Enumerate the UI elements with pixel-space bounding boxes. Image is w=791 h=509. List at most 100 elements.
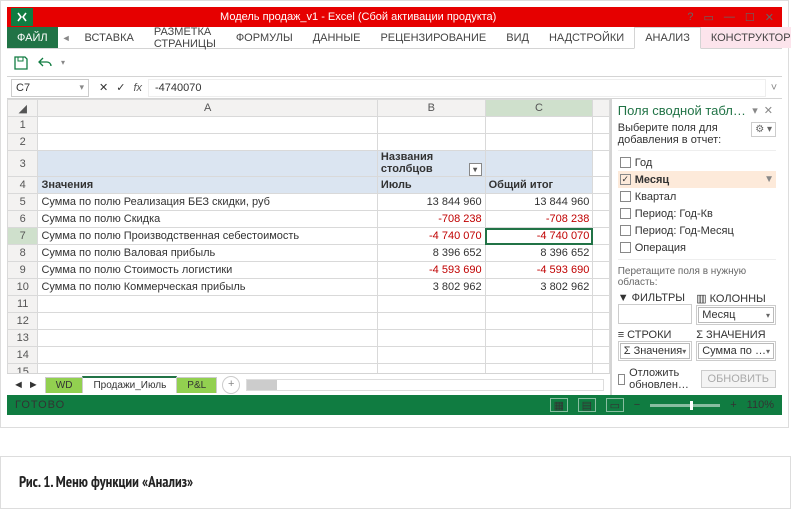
field-item[interactable]: Квартал [618,188,776,205]
field-filter-icon[interactable]: ▼ [764,174,774,185]
row-header[interactable]: 13 [8,330,38,347]
tab-review[interactable]: РЕЦЕНЗИРОВАНИЕ [370,27,496,48]
zoom-level[interactable]: 110% [747,399,774,411]
name-box[interactable]: C7 ▾ [11,79,89,97]
col-header-b[interactable]: B [377,100,485,117]
undo-dropdown-icon[interactable]: ▾ [61,58,65,67]
tab-view[interactable]: ВИД [496,27,539,48]
pane-close-icon[interactable]: ✕ [761,104,776,117]
row-header[interactable]: 11 [8,296,38,313]
sheet-tab-wd[interactable]: WD [45,377,84,393]
expand-formula-bar-icon[interactable]: ˅ [766,82,782,94]
row-header[interactable]: 1 [8,117,38,134]
tab-scroll-left-icon[interactable]: ◄ [58,27,75,48]
sheet-tab-active[interactable]: Продажи_Июль [82,376,177,393]
field-item[interactable]: Операция [618,239,776,256]
row-header[interactable]: 5 [8,194,38,211]
formula-input[interactable]: -4740070 [148,79,766,97]
zone-rows[interactable]: Σ Значения▾ [618,341,693,361]
checkbox-icon[interactable] [620,225,631,236]
select-all-corner[interactable]: ◢ [8,100,38,117]
pane-dropdown-icon[interactable]: ▾ [749,104,761,117]
field-item[interactable]: ✓Месяц▼ [618,171,776,188]
minimize-icon[interactable]: — [724,11,735,24]
row-header[interactable]: 7 [8,228,38,245]
name-box-dropdown-icon[interactable]: ▾ [79,82,84,93]
row-header[interactable]: 14 [8,347,38,364]
field-item[interactable]: Период: Год-Кв [618,205,776,222]
quick-access-toolbar: ▾ [7,49,782,77]
add-sheet-button[interactable]: + [222,376,240,394]
view-normal-icon[interactable]: ▦ [550,398,568,412]
maximize-icon[interactable]: ☐ [745,11,755,24]
row-header[interactable]: 3 [8,151,38,177]
zoom-slider[interactable] [650,404,720,407]
row-header[interactable]: 6 [8,211,38,228]
sheet-nav-prev-icon[interactable]: ◄ [13,379,24,391]
excel-logo-icon [11,8,33,26]
zoom-in-icon[interactable]: + [730,399,736,411]
row-header[interactable]: 10 [8,279,38,296]
zone-chip[interactable]: Σ Значения▾ [620,343,691,359]
tab-page-layout[interactable]: РАЗМЕТКА СТРАНИЦЫ [144,27,226,48]
col-header-c[interactable]: C [485,100,593,117]
tab-design[interactable]: КОНСТРУКТОР [701,27,791,48]
zone-filters[interactable] [618,304,693,324]
pivot-value: 13 844 960 [377,194,485,211]
checkbox-icon[interactable] [620,191,631,202]
pivot-value: -4 740 070 [377,228,485,245]
status-bar: ГОТОВО ▦ ▤ ▭ − + 110% [7,395,782,415]
zone-chip[interactable]: Сумма по …▾ [698,343,774,359]
zone-values-header: ΣЗНАЧЕНИЯ [696,329,776,341]
defer-checkbox[interactable] [618,374,625,385]
tab-insert[interactable]: ВСТАВКА [75,27,144,48]
view-page-layout-icon[interactable]: ▤ [578,398,596,412]
field-item[interactable]: Год [618,154,776,171]
zone-columns[interactable]: Месяц▾ [696,305,776,325]
update-button[interactable]: ОБНОВИТЬ [701,370,776,388]
pivot-row-label: Сумма по полю Производственная себестоим… [38,228,377,245]
sheet-tab-pl[interactable]: P&L [176,377,217,393]
zoom-out-icon[interactable]: − [634,399,640,411]
row-header[interactable]: 4 [8,177,38,194]
zone-chip[interactable]: Месяц▾ [698,307,774,323]
row-header[interactable]: 9 [8,262,38,279]
column-filter-dropdown-icon[interactable]: ▾ [469,163,482,176]
pivot-month-header: Июль [377,177,485,194]
row-header[interactable]: 12 [8,313,38,330]
spreadsheet-grid[interactable]: ◢ A B C 1 2 3 Названия столбцов▾ 4 Значе… [7,99,610,373]
columns-icon: ▥ [696,292,706,305]
view-page-break-icon[interactable]: ▭ [606,398,624,412]
pivot-value: -4 593 690 [377,262,485,279]
row-header[interactable]: 15 [8,364,38,374]
undo-icon[interactable] [37,55,53,71]
close-icon[interactable]: ✕ [765,11,774,24]
field-item[interactable]: Период: Год-Месяц [618,222,776,239]
row-header[interactable]: 2 [8,134,38,151]
cancel-formula-icon[interactable]: ✕ [99,81,108,94]
sheet-nav-next-icon[interactable]: ► [28,379,39,391]
tab-addins[interactable]: НАДСТРОЙКИ [539,27,634,48]
zone-values[interactable]: Сумма по …▾ [696,341,776,361]
tab-analyze[interactable]: АНАЛИЗ [634,27,701,49]
checkbox-icon[interactable] [620,208,631,219]
pivot-row-label: Сумма по полю Реализация БЕЗ скидки, руб [38,194,377,211]
accept-formula-icon[interactable]: ✓ [116,81,125,94]
tab-file[interactable]: ФАЙЛ [7,27,58,48]
fx-icon[interactable]: fx [133,82,142,94]
ribbon-display-icon[interactable]: ▭ [704,11,714,24]
checkbox-icon[interactable]: ✓ [620,174,631,185]
tab-formulas[interactable]: ФОРМУЛЫ [226,27,303,48]
save-icon[interactable] [13,55,29,71]
drag-areas-label: Перетащите поля в нужную область: [618,266,776,288]
help-icon[interactable]: ? [687,11,693,24]
row-header[interactable]: 8 [8,245,38,262]
col-header-a[interactable]: A [38,100,377,117]
checkbox-icon[interactable] [620,157,631,168]
pane-settings-button[interactable]: ⚙ ▾ [751,122,776,137]
active-cell[interactable]: -4 740 070 [485,228,593,245]
tab-data[interactable]: ДАННЫЕ [303,27,371,48]
checkbox-icon[interactable] [620,242,631,253]
pivot-value: -4 593 690 [485,262,593,279]
horizontal-scrollbar[interactable] [246,379,604,391]
